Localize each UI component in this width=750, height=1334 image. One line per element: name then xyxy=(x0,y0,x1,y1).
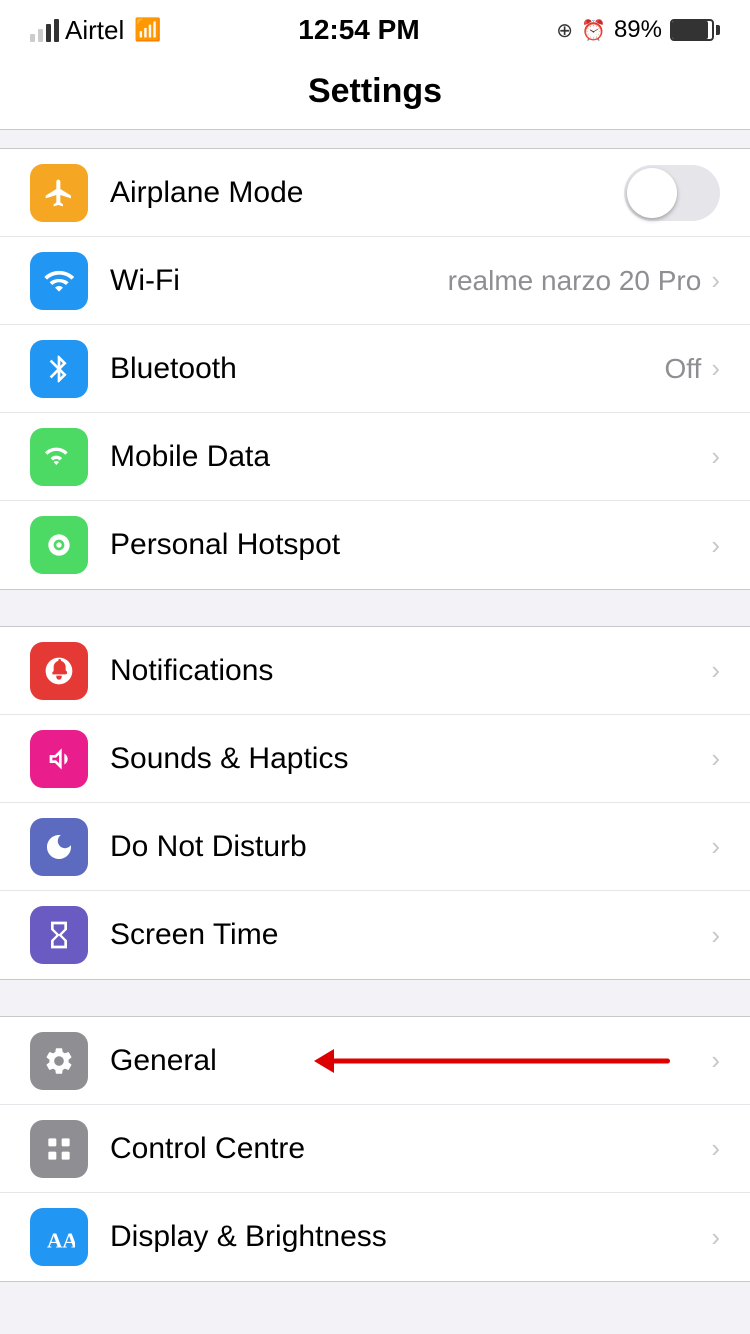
page-title-bar: Settings xyxy=(0,54,750,130)
status-right: ⊕ ⏰ 89% xyxy=(556,16,720,44)
wifi-label: Wi-Fi xyxy=(110,264,448,298)
sounds-haptics-chevron: › xyxy=(711,743,720,774)
airplane-mode-icon-wrap xyxy=(30,164,88,222)
wifi-icon-wrap xyxy=(30,252,88,310)
hourglass-icon xyxy=(43,919,75,951)
display-icon-wrap: AA xyxy=(30,1208,88,1266)
battery-icon xyxy=(670,19,720,41)
signal-bar-2 xyxy=(38,29,43,42)
screen-time-row[interactable]: Screen Time › xyxy=(0,891,750,979)
gap-1 xyxy=(0,590,750,626)
signal-bars xyxy=(30,19,59,42)
bluetooth-value: Off xyxy=(664,353,701,385)
hotspot-icon xyxy=(43,529,75,561)
bluetooth-icon-wrap xyxy=(30,340,88,398)
sliders-icon xyxy=(43,1133,75,1165)
location-icon: ⊕ xyxy=(556,18,573,43)
notifications-chevron: › xyxy=(711,655,720,686)
bell-icon xyxy=(43,655,75,687)
page-title: Settings xyxy=(0,72,750,111)
general-chevron: › xyxy=(711,1045,720,1076)
status-time: 12:54 PM xyxy=(298,14,419,46)
dnd-label: Do Not Disturb xyxy=(110,830,711,864)
signal-icon xyxy=(43,441,75,473)
bluetooth-icon xyxy=(43,353,75,385)
bluetooth-chevron: › xyxy=(711,353,720,384)
wifi-row[interactable]: Wi-Fi realme narzo 20 Pro › xyxy=(0,237,750,325)
settings-content: Airplane Mode Wi-Fi realme narzo 20 Pro … xyxy=(0,130,750,1282)
wifi-chevron: › xyxy=(711,265,720,296)
status-bar: Airtel 📶 12:54 PM ⊕ ⏰ 89% xyxy=(0,0,750,54)
airplane-mode-toggle[interactable] xyxy=(624,165,720,221)
mobile-data-chevron: › xyxy=(711,441,720,472)
signal-bar-3 xyxy=(46,24,51,42)
control-centre-label: Control Centre xyxy=(110,1132,711,1166)
screen-time-chevron: › xyxy=(711,920,720,951)
display-brightness-chevron: › xyxy=(711,1222,720,1253)
general-label: General xyxy=(110,1044,711,1078)
gear-icon xyxy=(43,1045,75,1077)
screen-time-icon-wrap xyxy=(30,906,88,964)
signal-bar-1 xyxy=(30,34,35,42)
wifi-icon xyxy=(43,265,75,297)
toggle-knob xyxy=(627,168,677,218)
control-centre-chevron: › xyxy=(711,1133,720,1164)
general-row[interactable]: General › xyxy=(0,1017,750,1105)
battery-percent: 89% xyxy=(614,16,662,44)
display-brightness-row[interactable]: AA Display & Brightness › xyxy=(0,1193,750,1281)
dnd-chevron: › xyxy=(711,831,720,862)
display-brightness-label: Display & Brightness xyxy=(110,1220,711,1254)
carrier-name: Airtel xyxy=(65,15,124,46)
notifications-row[interactable]: Notifications › xyxy=(0,627,750,715)
system-section: General › Control Centre › xyxy=(0,1016,750,1282)
volume-icon xyxy=(43,743,75,775)
wifi-value: realme narzo 20 Pro xyxy=(448,265,702,297)
mobile-data-row[interactable]: Mobile Data › xyxy=(0,413,750,501)
bluetooth-label: Bluetooth xyxy=(110,352,664,386)
sounds-haptics-label: Sounds & Haptics xyxy=(110,742,711,776)
airplane-mode-label: Airplane Mode xyxy=(110,176,624,210)
gap-2 xyxy=(0,980,750,1016)
dnd-icon-wrap xyxy=(30,818,88,876)
airplane-mode-row[interactable]: Airplane Mode xyxy=(0,149,750,237)
alarm-icon: ⏰ xyxy=(581,18,606,43)
control-centre-icon-wrap xyxy=(30,1120,88,1178)
hotspot-icon-wrap xyxy=(30,516,88,574)
sounds-icon-wrap xyxy=(30,730,88,788)
notifications-section: Notifications › Sounds & Haptics › Do No… xyxy=(0,626,750,980)
do-not-disturb-row[interactable]: Do Not Disturb › xyxy=(0,803,750,891)
signal-bar-4 xyxy=(54,19,59,42)
sounds-haptics-row[interactable]: Sounds & Haptics › xyxy=(0,715,750,803)
text-size-icon: AA xyxy=(43,1221,75,1253)
general-icon-wrap xyxy=(30,1032,88,1090)
personal-hotspot-chevron: › xyxy=(711,530,720,561)
svg-text:AA: AA xyxy=(47,1229,75,1253)
notifications-label: Notifications xyxy=(110,654,711,688)
control-centre-row[interactable]: Control Centre › xyxy=(0,1105,750,1193)
bluetooth-row[interactable]: Bluetooth Off › xyxy=(0,325,750,413)
personal-hotspot-label: Personal Hotspot xyxy=(110,528,711,562)
wifi-status-icon: 📶 xyxy=(134,17,161,43)
screen-time-label: Screen Time xyxy=(110,918,711,952)
airplane-icon xyxy=(43,177,75,209)
moon-icon xyxy=(43,831,75,863)
connectivity-section: Airplane Mode Wi-Fi realme narzo 20 Pro … xyxy=(0,148,750,590)
mobile-data-label: Mobile Data xyxy=(110,440,711,474)
mobile-data-icon-wrap xyxy=(30,428,88,486)
notifications-icon-wrap xyxy=(30,642,88,700)
personal-hotspot-row[interactable]: Personal Hotspot › xyxy=(0,501,750,589)
status-left: Airtel 📶 xyxy=(30,15,162,46)
